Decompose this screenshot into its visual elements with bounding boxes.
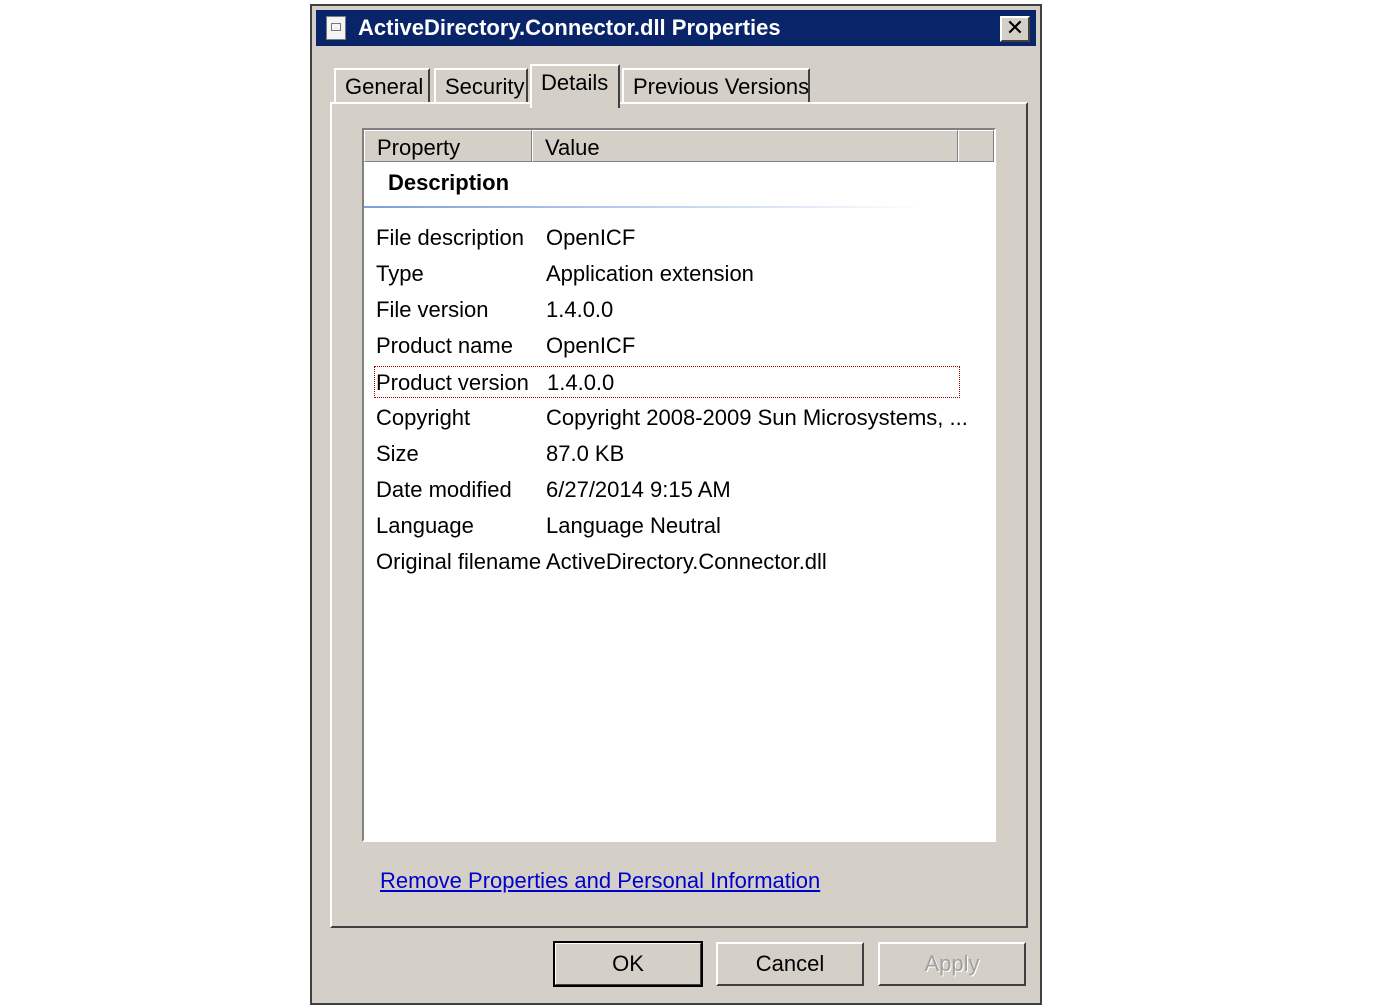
list-item[interactable]: Size 87.0 KB: [364, 436, 964, 472]
list-item-focused[interactable]: Product version 1.4.0.0: [374, 366, 960, 398]
list-item[interactable]: Product name OpenICF: [364, 328, 964, 364]
dll-file-icon: [326, 16, 346, 40]
ok-button[interactable]: OK: [553, 941, 703, 987]
list-item[interactable]: Type Application extension: [364, 256, 964, 292]
list-item[interactable]: Language Language Neutral: [364, 508, 964, 544]
details-panel: Property Value Description File descript…: [330, 102, 1028, 928]
properties-dialog: ActiveDirectory.Connector.dll Properties…: [310, 4, 1042, 1005]
column-header-property[interactable]: Property: [364, 130, 532, 162]
column-header-filler: [958, 130, 994, 162]
tab-details[interactable]: Details: [530, 64, 620, 108]
group-divider: [364, 206, 924, 208]
group-heading-description: Description: [388, 170, 510, 195]
details-list[interactable]: Property Value Description File descript…: [362, 128, 996, 842]
window-title: ActiveDirectory.Connector.dll Properties: [358, 15, 781, 40]
list-header: Property Value: [364, 130, 994, 162]
list-item[interactable]: Date modified 6/27/2014 9:15 AM: [364, 472, 964, 508]
list-item[interactable]: Original filename ActiveDirectory.Connect…: [364, 544, 964, 580]
close-button[interactable]: ✕: [1000, 16, 1030, 42]
list-item[interactable]: Copyright Copyright 2008-2009 Sun Microsy…: [364, 400, 968, 436]
list-item[interactable]: File version 1.4.0.0: [364, 292, 964, 328]
title-bar[interactable]: ActiveDirectory.Connector.dll Properties…: [316, 10, 1036, 46]
tab-previous-versions[interactable]: Previous Versions: [622, 68, 810, 104]
tab-general[interactable]: General: [334, 68, 430, 104]
apply-button[interactable]: Apply: [878, 942, 1026, 986]
cancel-button[interactable]: Cancel: [716, 942, 864, 986]
remove-properties-link[interactable]: Remove Properties and Personal Informati…: [380, 868, 820, 894]
close-icon: ✕: [1005, 15, 1025, 40]
tab-security[interactable]: Security: [434, 68, 528, 104]
list-item[interactable]: File description OpenICF: [364, 220, 964, 256]
column-header-value[interactable]: Value: [532, 130, 958, 162]
